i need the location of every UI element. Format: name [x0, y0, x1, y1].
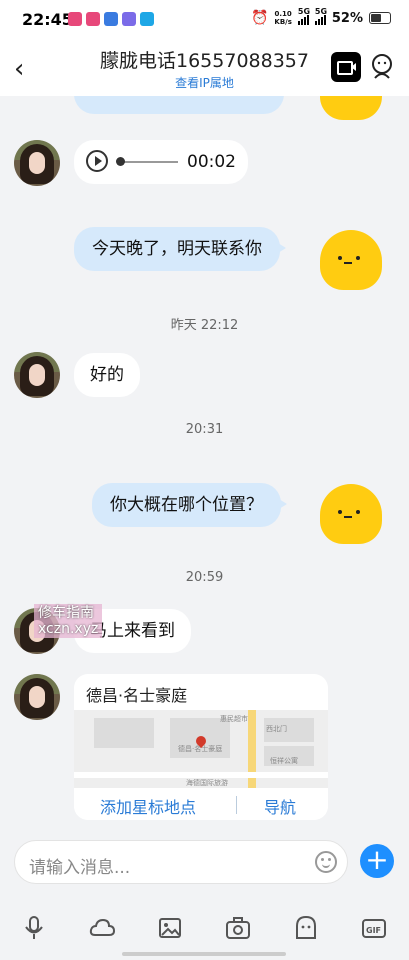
- camera-icon[interactable]: [224, 914, 252, 942]
- chat-toolbar: GIF: [0, 892, 409, 960]
- sticker-icon[interactable]: [292, 914, 320, 942]
- timestamp: 昨天 22:12: [170, 318, 239, 333]
- battery-icon: [369, 12, 391, 24]
- image-icon[interactable]: [156, 914, 184, 942]
- signal-label: 5G: [314, 7, 328, 16]
- status-time: 22:45: [22, 10, 73, 29]
- self-avatar[interactable]: [320, 230, 382, 290]
- timestamp: 20:31: [185, 422, 224, 437]
- cloud-icon[interactable]: [88, 914, 116, 942]
- timestamp: 20:59: [185, 570, 224, 585]
- composer-bar: 请输入消息... +: [0, 836, 409, 892]
- message-input[interactable]: 请输入消息...: [14, 840, 348, 884]
- signal-icon: 5G: [314, 7, 327, 25]
- location-card[interactable]: 德昌·名士豪庭 惠民超市 西北门 恒祥公寓 海德国际旅游 德昌·名士豪庭 添加星…: [74, 674, 328, 820]
- gesture-bar[interactable]: [122, 952, 286, 956]
- watermark-line-1: 修车指南: [38, 605, 94, 621]
- battery-percent: 52%: [331, 10, 363, 26]
- net-speed-value: 0.10: [274, 10, 292, 18]
- message-bubble-outgoing[interactable]: 今天晚了，明天联系你: [74, 227, 286, 271]
- app-notification-icon: [68, 12, 82, 26]
- location-name: 德昌·名士豪庭: [86, 686, 188, 705]
- watermark-line-2: xczn.xyz: [38, 621, 99, 637]
- divider: [236, 796, 237, 814]
- app-notification-icon: [86, 12, 100, 26]
- map-label: 西北门: [266, 725, 287, 733]
- signal-label: 5G: [297, 7, 311, 16]
- mic-icon[interactable]: [20, 914, 48, 942]
- watermark-overlay: 修车指南 xczn.xyz: [34, 604, 103, 638]
- contact-profile-icon[interactable]: [370, 52, 394, 80]
- contact-avatar[interactable]: [14, 352, 60, 398]
- voice-progress-handle: [116, 157, 125, 166]
- contact-avatar[interactable]: [14, 674, 60, 720]
- map-label: 恒祥公寓: [270, 757, 298, 765]
- map-label: 惠民超市: [220, 715, 248, 723]
- gif-icon[interactable]: GIF: [360, 914, 388, 942]
- voice-message[interactable]: 00:02: [74, 140, 248, 184]
- chat-header: ‹ 朦胧电话16557088357 查看IP属地: [0, 40, 409, 96]
- chat-messages[interactable]: 00:02 今天晚了，明天联系你 昨天 22:12 好的 20:31 你大概在哪…: [0, 96, 409, 836]
- map-label: 海德国际旅游: [186, 779, 228, 787]
- add-star-location-button[interactable]: 添加星标地点: [100, 794, 196, 818]
- status-right: ⏰ 0.10 KB/s 5G 5G 52%: [250, 7, 391, 26]
- location-actions: 添加星标地点 导航: [74, 788, 328, 820]
- app-notification-icon: [122, 12, 136, 26]
- map-label: 德昌·名士豪庭: [178, 745, 223, 753]
- emoji-icon[interactable]: [315, 851, 337, 873]
- message-bubble-incoming[interactable]: 好的: [74, 353, 140, 397]
- app-notification-icon: [104, 12, 118, 26]
- voice-progress-track: [118, 161, 178, 163]
- notification-icons: [68, 12, 154, 26]
- alarm-icon: ⏰: [250, 10, 269, 26]
- map-preview[interactable]: 惠民超市 西北门 恒祥公寓 海德国际旅游 德昌·名士豪庭: [74, 710, 328, 788]
- net-speed: 0.10 KB/s: [274, 10, 291, 26]
- navigate-button[interactable]: 导航: [264, 794, 296, 818]
- message-input-placeholder: 请输入消息...: [29, 858, 131, 878]
- self-avatar[interactable]: [320, 484, 382, 544]
- voice-duration: 00:02: [187, 152, 236, 172]
- app-notification-icon: [140, 12, 154, 26]
- status-bar: 22:45 ⏰ 0.10 KB/s 5G 5G 52%: [0, 0, 409, 40]
- video-call-icon[interactable]: [331, 52, 361, 82]
- play-icon[interactable]: [86, 150, 108, 172]
- net-speed-unit: KB/s: [274, 18, 292, 26]
- message-bubble-outgoing[interactable]: 你大概在哪个位置？: [92, 483, 287, 527]
- signal-icon: 5G: [297, 7, 310, 25]
- message-bubble-outgoing-partial: [74, 96, 284, 114]
- self-avatar[interactable]: [320, 96, 382, 120]
- contact-avatar[interactable]: [14, 140, 60, 186]
- svg-text:GIF: GIF: [366, 926, 381, 935]
- more-actions-button[interactable]: +: [360, 844, 394, 878]
